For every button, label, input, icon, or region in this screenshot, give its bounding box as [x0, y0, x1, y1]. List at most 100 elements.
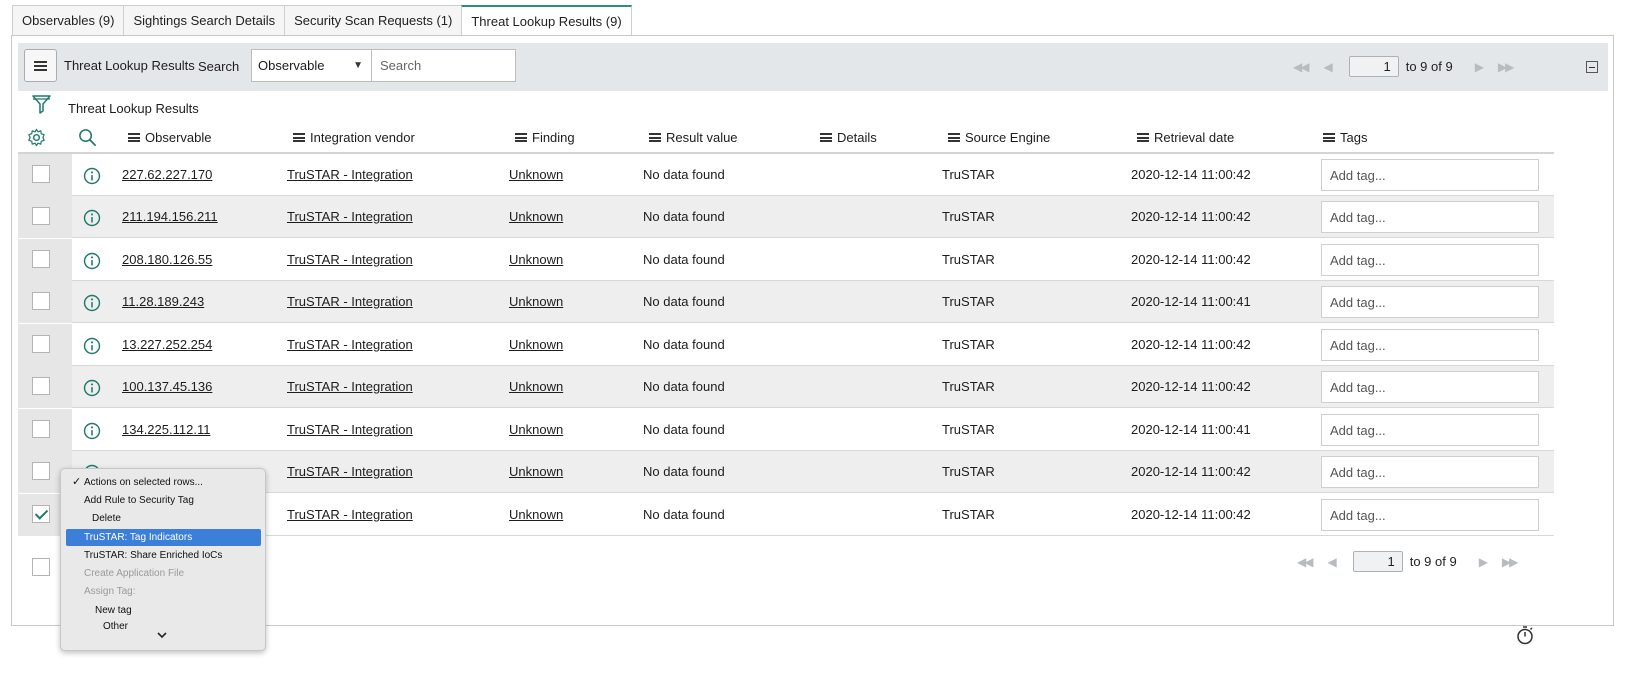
column-finding[interactable]: Finding: [515, 130, 575, 145]
row-checkbox[interactable]: [32, 377, 50, 395]
row-checkbox[interactable]: [32, 462, 50, 480]
row-select-cell: [18, 281, 72, 323]
tab-sightings-search-details[interactable]: Sightings Search Details: [123, 5, 286, 36]
select-all-checkbox[interactable]: [32, 558, 50, 576]
integration-vendor-link[interactable]: TruSTAR - Integration: [287, 379, 413, 394]
column-tags[interactable]: Tags: [1323, 130, 1367, 145]
finding-link[interactable]: Unknown: [509, 507, 563, 522]
observable-link[interactable]: 13.227.252.254: [122, 337, 212, 352]
row-checkbox[interactable]: [32, 165, 50, 183]
add-tag-input[interactable]: [1321, 371, 1539, 403]
finding-link[interactable]: Unknown: [509, 209, 563, 224]
column-menu-icon: [515, 133, 527, 142]
add-tag-input[interactable]: [1321, 329, 1539, 361]
tab-observables[interactable]: Observables (9): [12, 5, 125, 36]
column-result-value[interactable]: Result value: [649, 130, 738, 145]
add-tag-input[interactable]: [1321, 286, 1539, 318]
integration-vendor-link[interactable]: TruSTAR - Integration: [287, 507, 413, 522]
prev-page-icon[interactable]: ◀: [1327, 555, 1336, 569]
tab-security-scan-requests[interactable]: Security Scan Requests (1): [284, 5, 463, 36]
menu-item-trustar-share-enriched-iocs[interactable]: TruSTAR: Share Enriched IoCs: [84, 547, 222, 564]
info-icon[interactable]: [83, 337, 101, 355]
column-integration-vendor[interactable]: Integration vendor: [293, 130, 415, 145]
info-icon[interactable]: [83, 252, 101, 270]
integration-vendor-link[interactable]: TruSTAR - Integration: [287, 422, 413, 437]
integration-vendor-link[interactable]: TruSTAR - Integration: [287, 294, 413, 309]
list-title: Threat Lookup Results: [68, 101, 199, 116]
integration-vendor-link[interactable]: TruSTAR - Integration: [287, 209, 413, 224]
toolbar-title: Threat Lookup Results: [64, 58, 195, 73]
list-menu-button[interactable]: [24, 49, 57, 82]
row-checkbox[interactable]: [32, 420, 50, 438]
integration-vendor-link[interactable]: TruSTAR - Integration: [287, 167, 413, 182]
info-icon[interactable]: [83, 294, 101, 312]
add-tag-input[interactable]: [1321, 244, 1539, 276]
column-label: Integration vendor: [310, 130, 415, 145]
menu-item-trustar-tag-indicators[interactable]: TruSTAR: Tag Indicators: [66, 529, 261, 546]
page-number-input[interactable]: 1: [1352, 551, 1403, 572]
search-field-select[interactable]: Observable ▼: [251, 49, 372, 82]
last-page-icon[interactable]: ▶▶: [1502, 555, 1519, 569]
menu-item-other[interactable]: Other: [103, 620, 128, 630]
collapse-icon[interactable]: [1586, 61, 1598, 73]
search-input[interactable]: [371, 49, 516, 82]
observable-link[interactable]: 211.194.156.211: [122, 209, 218, 224]
search-label: Search: [198, 59, 240, 74]
chevron-down-icon[interactable]: [157, 631, 167, 639]
menu-item-new-tag[interactable]: New tag: [95, 602, 132, 619]
tab-threat-lookup-results[interactable]: Threat Lookup Results (9): [461, 5, 632, 37]
finding-link[interactable]: Unknown: [509, 379, 563, 394]
add-tag-input[interactable]: [1321, 499, 1539, 531]
last-page-icon[interactable]: ▶▶: [1498, 60, 1515, 74]
column-observable[interactable]: Observable: [128, 130, 211, 145]
first-page-icon[interactable]: ◀◀: [1293, 60, 1310, 74]
finding-link[interactable]: Unknown: [509, 422, 563, 437]
finding-link[interactable]: Unknown: [509, 294, 563, 309]
info-icon[interactable]: [83, 422, 101, 440]
finding-link[interactable]: Unknown: [509, 337, 563, 352]
row-checkbox[interactable]: [32, 207, 50, 225]
observable-link[interactable]: 208.180.126.55: [122, 252, 212, 267]
finding-link[interactable]: Unknown: [509, 252, 563, 267]
stopwatch-icon[interactable]: [1515, 625, 1535, 645]
search-field-value: Observable: [258, 58, 325, 73]
gear-icon[interactable]: [27, 128, 46, 147]
page-number-input[interactable]: 1: [1348, 56, 1399, 77]
column-label: Result value: [666, 130, 738, 145]
integration-vendor-link[interactable]: TruSTAR - Integration: [287, 252, 413, 267]
observable-link[interactable]: 100.137.45.136: [122, 379, 212, 394]
next-page-icon[interactable]: ▶: [1479, 555, 1488, 569]
first-page-icon[interactable]: ◀◀: [1297, 555, 1314, 569]
row-checkbox[interactable]: [32, 292, 50, 310]
info-icon[interactable]: [83, 167, 101, 185]
add-tag-input[interactable]: [1321, 159, 1539, 191]
column-details[interactable]: Details: [820, 130, 877, 145]
menu-item-add-rule-to-security-tag[interactable]: Add Rule to Security Tag: [84, 492, 194, 509]
filter-icon[interactable]: [32, 94, 51, 114]
menu-item-delete[interactable]: Delete: [92, 510, 121, 527]
menu-item-actions-on-selected-rows[interactable]: ✓ Actions on selected rows...: [72, 474, 203, 491]
retrieval-date: 2020-12-14 11:00:42: [1131, 167, 1251, 182]
column-source-engine[interactable]: Source Engine: [948, 130, 1050, 145]
info-icon[interactable]: [83, 379, 101, 397]
observable-link[interactable]: 227.62.227.170: [122, 167, 212, 182]
finding-link[interactable]: Unknown: [509, 167, 563, 182]
add-tag-input[interactable]: [1321, 414, 1539, 446]
prev-page-icon[interactable]: ◀: [1323, 60, 1332, 74]
observable-link[interactable]: 134.225.112.11: [122, 422, 210, 437]
add-tag-input[interactable]: [1321, 201, 1539, 233]
column-retrieval-date[interactable]: Retrieval date: [1137, 130, 1234, 145]
row-checkbox[interactable]: [32, 505, 50, 523]
observable-link[interactable]: 11.28.189.243: [122, 294, 204, 309]
integration-vendor-link[interactable]: TruSTAR - Integration: [287, 337, 413, 352]
integration-vendor-link[interactable]: TruSTAR - Integration: [287, 464, 413, 479]
add-tag-input[interactable]: [1321, 456, 1539, 488]
row-checkbox[interactable]: [32, 250, 50, 268]
info-icon[interactable]: [83, 209, 101, 227]
row-checkbox[interactable]: [32, 335, 50, 353]
source-engine: TruSTAR: [942, 422, 995, 437]
search-icon[interactable]: [78, 128, 97, 147]
next-page-icon[interactable]: ▶: [1475, 60, 1484, 74]
column-label: Observable: [145, 130, 212, 145]
finding-link[interactable]: Unknown: [509, 464, 563, 479]
